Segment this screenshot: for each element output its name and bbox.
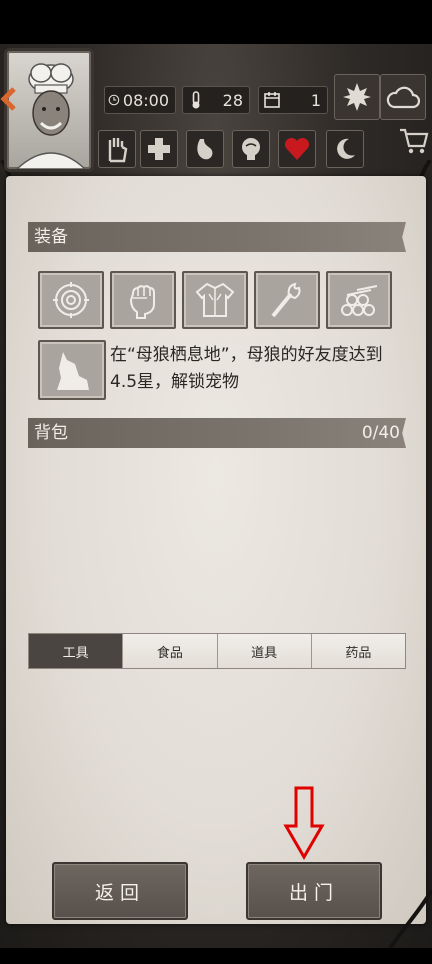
back-button[interactable]: 返回: [52, 862, 188, 920]
hand-icon: [108, 138, 128, 163]
moon-icon: [337, 138, 355, 159]
logs-icon: [341, 285, 378, 316]
status-hand[interactable]: [98, 130, 136, 168]
equip-slot-logs[interactable]: [326, 271, 392, 329]
equip-slot-torch[interactable]: [254, 271, 320, 329]
tab-tools[interactable]: 工具: [29, 634, 124, 668]
tab-food[interactable]: 食品: [123, 634, 218, 668]
pet-slot[interactable]: [38, 340, 106, 400]
calendar-icon: [264, 92, 280, 108]
time-value: 08:00: [122, 90, 169, 110]
brain-icon: [242, 138, 260, 160]
day-display: 1: [258, 86, 328, 114]
backpack-count: 0/40: [361, 423, 400, 443]
backpack-title: 背包: [34, 423, 68, 443]
backpack-header: 背包 0/40: [28, 418, 406, 448]
torch-icon: [271, 282, 301, 318]
equip-slot-target[interactable]: [38, 271, 104, 329]
expand-arrow-icon[interactable]: [0, 86, 18, 112]
clock-icon: [108, 94, 120, 106]
day-value: 1: [310, 90, 321, 110]
tab-medicine[interactable]: 药品: [311, 634, 405, 668]
target-icon: [53, 282, 89, 318]
cross-icon: [148, 138, 170, 160]
thermometer-icon: [192, 91, 200, 109]
status-mind[interactable]: [232, 130, 270, 168]
temperature-display: 28: [182, 86, 250, 114]
status-sleep[interactable]: [326, 130, 364, 168]
equipment-header: 装备: [28, 222, 406, 252]
status-stomach[interactable]: [186, 130, 224, 168]
equipment-title: 装备: [34, 227, 68, 247]
backpack-tabs: 工具 食品 道具 药品: [28, 633, 406, 669]
fist-icon: [129, 285, 155, 319]
status-bar: [0, 0, 432, 44]
tab-items[interactable]: 道具: [217, 634, 312, 668]
heart-icon: [284, 137, 310, 160]
equip-slot-fist[interactable]: [110, 271, 176, 329]
cloud-icon: [386, 86, 420, 109]
wolf-howling-icon: [57, 352, 89, 390]
pet-unlock-hint: 在“母狼栖息地”，母狼的好友度达到4.5星，解锁宠物: [110, 345, 383, 392]
time-display: 08:00: [104, 86, 176, 114]
equip-slot-armor[interactable]: [182, 271, 248, 329]
stomach-icon: [197, 139, 213, 160]
vine-decoration-bottom: [388, 890, 432, 948]
status-heart[interactable]: [278, 130, 316, 168]
down-arrow-icon: [283, 786, 325, 860]
status-health[interactable]: [140, 130, 178, 168]
weather-indicator[interactable]: [380, 74, 426, 120]
go-out-button[interactable]: 出门: [246, 862, 382, 920]
chef-portrait-icon: [15, 63, 87, 169]
armor-icon: [195, 282, 235, 317]
nav-bar: [0, 948, 432, 964]
temperature-value: 28: [222, 90, 243, 110]
maple-leaf-icon: [343, 83, 371, 111]
season-indicator[interactable]: [334, 74, 380, 120]
shop-cart-icon[interactable]: [398, 124, 430, 156]
